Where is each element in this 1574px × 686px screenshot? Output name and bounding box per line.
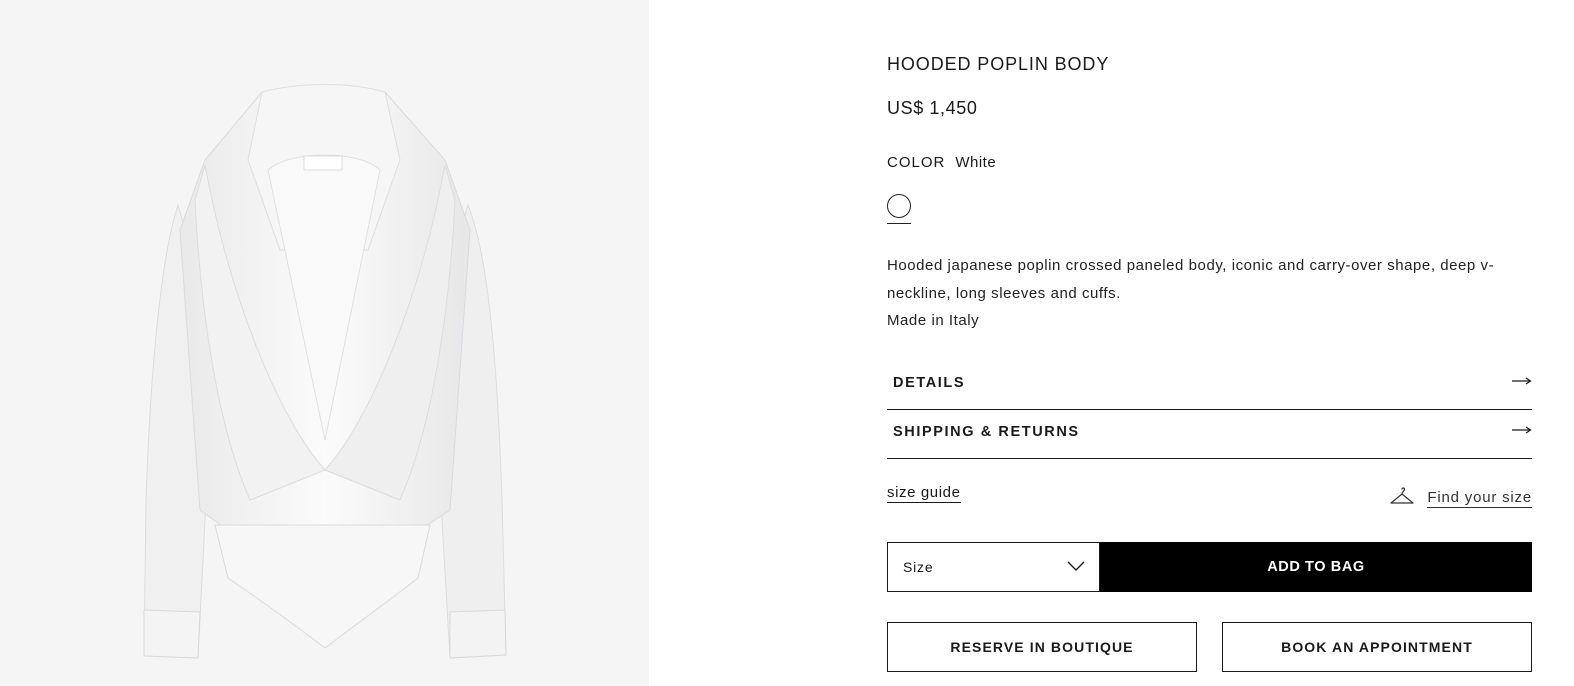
details-accordion[interactable]: DETAILS	[887, 362, 1532, 410]
details-label: DETAILS	[893, 375, 966, 391]
swatch-circle	[887, 194, 911, 218]
color-label: COLOR	[887, 154, 946, 171]
size-select[interactable]: Size	[887, 542, 1100, 592]
shipping-returns-accordion[interactable]: SHIPPING & RETURNS	[887, 411, 1532, 459]
product-price: US$ 1,450	[887, 98, 978, 118]
color-row: COLOR White	[887, 154, 996, 171]
add-to-bag-button[interactable]: ADD TO BAG	[1100, 542, 1532, 592]
product-description: Hooded japanese poplin crossed paneled b…	[887, 252, 1532, 335]
color-swatch-white[interactable]	[887, 194, 911, 224]
product-title: HOODED POPLIN BODY	[887, 54, 1110, 74]
hanger-icon	[1390, 487, 1415, 504]
description-origin: Made in Italy	[887, 312, 980, 329]
swatch-selected-underline	[887, 223, 911, 224]
arrow-right-icon	[1512, 426, 1532, 434]
color-value: White	[955, 154, 997, 171]
description-text: Hooded japanese poplin crossed paneled b…	[887, 257, 1495, 302]
product-info: HOODED POPLIN BODY US$ 1,450 COLOR White …	[887, 0, 1532, 686]
find-your-size-label: Find your size	[1427, 489, 1532, 508]
size-select-label: Size	[903, 559, 934, 575]
product-image	[0, 0, 649, 686]
find-your-size-link[interactable]: Find your size	[1389, 486, 1532, 510]
bodysuit-illustration	[143, 84, 507, 659]
shipping-returns-label: SHIPPING & RETURNS	[893, 424, 1080, 440]
reserve-in-boutique-button[interactable]: RESERVE IN BOUTIQUE	[887, 622, 1197, 672]
book-appointment-button[interactable]: BOOK AN APPOINTMENT	[1222, 622, 1532, 672]
arrow-right-icon	[1512, 377, 1532, 385]
chevron-down-icon	[1067, 561, 1085, 571]
size-guide-link[interactable]: size guide	[887, 484, 961, 503]
